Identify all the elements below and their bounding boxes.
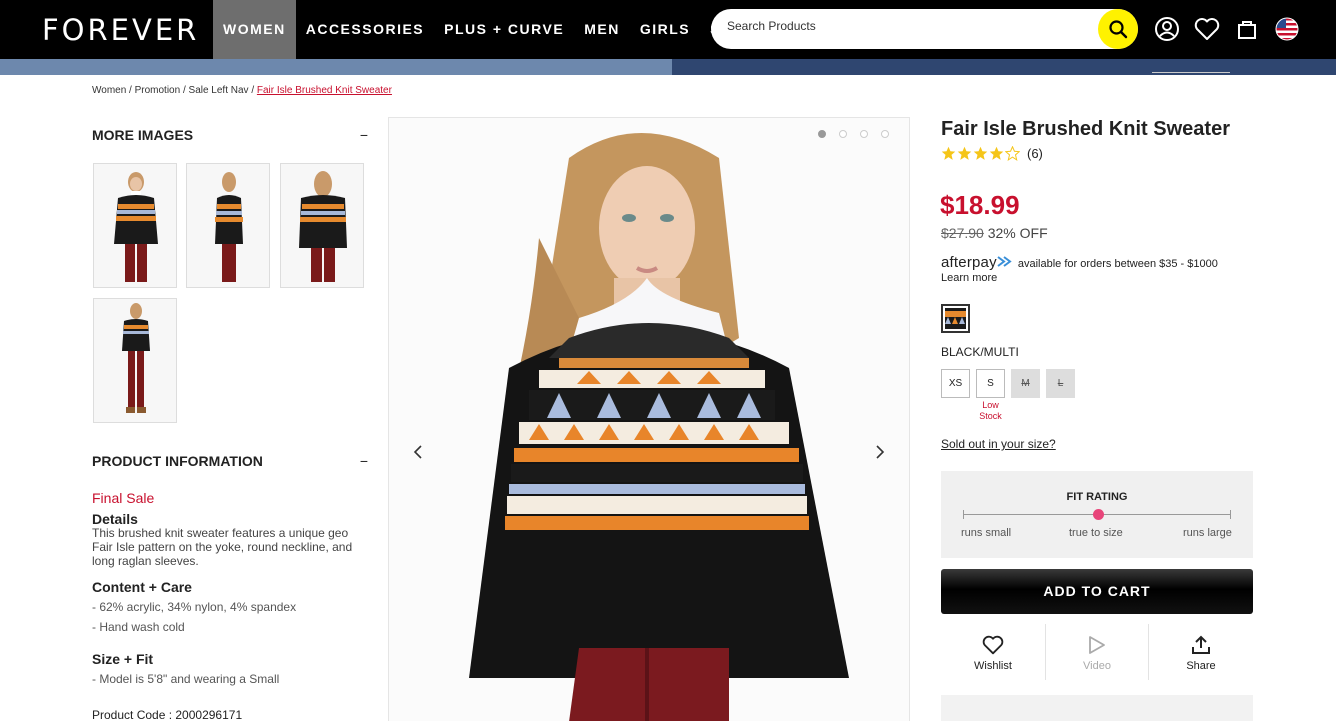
thumbnail-back[interactable]	[280, 163, 364, 288]
product-title: Fair Isle Brushed Knit Sweater	[941, 118, 1230, 140]
size-fit-heading: Size + Fit	[92, 651, 154, 667]
carousel-dot[interactable]	[881, 130, 889, 138]
size-option-l-unavailable[interactable]: L	[1046, 369, 1075, 398]
fit-label-true: true to size	[1069, 527, 1123, 539]
share-icon	[1192, 635, 1210, 654]
star-icon	[989, 146, 1004, 160]
product-info-header[interactable]: PRODUCT INFORMATION −	[92, 453, 368, 469]
thumbnail-full-length[interactable]	[93, 298, 177, 423]
size-option-s[interactable]: S	[976, 369, 1005, 398]
breadcrumb-current[interactable]: Fair Isle Brushed Knit Sweater	[257, 85, 392, 96]
main-product-image[interactable]	[388, 117, 910, 721]
details-heading: Details	[92, 511, 138, 527]
afterpay-arrows-icon	[997, 256, 1012, 267]
heart-icon	[982, 635, 1004, 655]
main-nav: WOMEN ACCESSORIES PLUS + CURVE MEN GIRLS…	[213, 0, 763, 59]
search-icon	[1109, 20, 1128, 39]
play-icon	[1089, 636, 1105, 654]
star-icon	[941, 146, 956, 160]
final-sale-label: Final Sale	[92, 490, 155, 506]
fit-label-large: runs large	[1183, 527, 1232, 539]
afterpay-logo: afterpay	[941, 254, 997, 271]
more-images-header[interactable]: MORE IMAGES −	[92, 127, 368, 143]
search-input[interactable]	[727, 19, 1087, 33]
star-empty-icon	[1005, 146, 1020, 161]
details-text: This brushed knit sweater features a uni…	[92, 526, 353, 568]
wishlist-button[interactable]: Wishlist	[941, 624, 1045, 680]
afterpay-text: available for orders between $35 - $1000	[1014, 258, 1218, 270]
carousel-dot[interactable]	[839, 130, 847, 138]
care-item: - Hand wash cold	[92, 620, 185, 634]
add-to-cart-button[interactable]: ADD TO CART	[941, 569, 1253, 614]
nav-men[interactable]: MEN	[574, 0, 630, 59]
content-care-heading: Content + Care	[92, 579, 192, 595]
color-swatch[interactable]	[941, 304, 970, 333]
product-info-title: PRODUCT INFORMATION	[92, 453, 263, 469]
us-flag-icon[interactable]	[1274, 16, 1300, 42]
collapse-toggle[interactable]: −	[360, 453, 368, 469]
thumbnail-side[interactable]	[186, 163, 270, 288]
nav-girls[interactable]: GIRLS	[630, 0, 700, 59]
previous-image-arrow-icon[interactable]	[410, 444, 426, 460]
rating-count[interactable]: (6)	[1027, 146, 1043, 161]
breadcrumb-trail[interactable]: Women / Promotion / Sale Left Nav /	[92, 85, 257, 96]
top-nav-bar: FOREVER 21 WOMEN ACCESSORIES PLUS + CURV…	[0, 0, 1336, 59]
selected-color-label: BLACK/MULTI	[941, 345, 1019, 359]
collapse-toggle[interactable]: −	[360, 127, 368, 143]
carousel-dot[interactable]	[860, 130, 868, 138]
next-image-arrow-icon[interactable]	[872, 444, 888, 460]
promo-banner-strip[interactable]	[0, 59, 1336, 75]
breadcrumb: Women / Promotion / Sale Left Nav / Fair…	[92, 85, 392, 96]
more-images-title: MORE IMAGES	[92, 127, 194, 143]
video-button[interactable]: Video	[1045, 624, 1149, 680]
star-icon	[957, 146, 972, 160]
wishlist-heart-icon[interactable]	[1194, 16, 1220, 42]
search-button[interactable]	[1098, 9, 1138, 49]
video-label: Video	[1083, 660, 1111, 672]
sold-out-link[interactable]: Sold out in your size?	[941, 437, 1056, 451]
star-icon	[973, 146, 988, 160]
product-code: Product Code : 2000296171	[92, 708, 243, 722]
size-fit-text: - Model is 5'8" and wearing a Small	[92, 672, 280, 686]
fit-rating-panel: FIT RATING runs small true to size runs …	[941, 471, 1253, 558]
fit-rating-marker	[1093, 509, 1104, 520]
account-icon[interactable]	[1154, 16, 1180, 42]
original-price-row: $27.90 32% OFF	[941, 225, 1048, 241]
size-option-xs[interactable]: XS	[941, 369, 970, 398]
share-label: Share	[1186, 660, 1216, 672]
fit-label-small: runs small	[961, 527, 1012, 539]
original-price: $27.90	[941, 225, 984, 241]
size-option-m-unavailable[interactable]: M	[1011, 369, 1040, 398]
fit-rating-title: FIT RATING	[1066, 491, 1128, 503]
afterpay-learn-more-link[interactable]: Learn more	[941, 272, 997, 284]
star-rating[interactable]: (6)	[941, 146, 1043, 161]
carousel-dot[interactable]	[818, 130, 826, 138]
search-bar	[711, 9, 1138, 49]
nav-accessories[interactable]: ACCESSORIES	[296, 0, 434, 59]
social-share-panel	[941, 695, 1253, 721]
thumbnail-front[interactable]	[93, 163, 177, 288]
discount-label: 32% OFF	[987, 225, 1048, 241]
low-stock-label: Low Stock	[979, 400, 1002, 421]
shopping-bag-icon[interactable]	[1234, 16, 1260, 42]
afterpay-info: afterpay available for orders between $3…	[941, 254, 1218, 285]
wishlist-label: Wishlist	[974, 660, 1012, 672]
image-carousel-dots	[818, 130, 889, 138]
sale-price: $18.99	[940, 190, 1020, 220]
share-button[interactable]: Share	[1149, 624, 1253, 680]
care-item: - 62% acrylic, 34% nylon, 4% spandex	[92, 600, 297, 614]
nav-women[interactable]: WOMEN	[213, 0, 296, 59]
nav-plus-curve[interactable]: PLUS + CURVE	[434, 0, 574, 59]
